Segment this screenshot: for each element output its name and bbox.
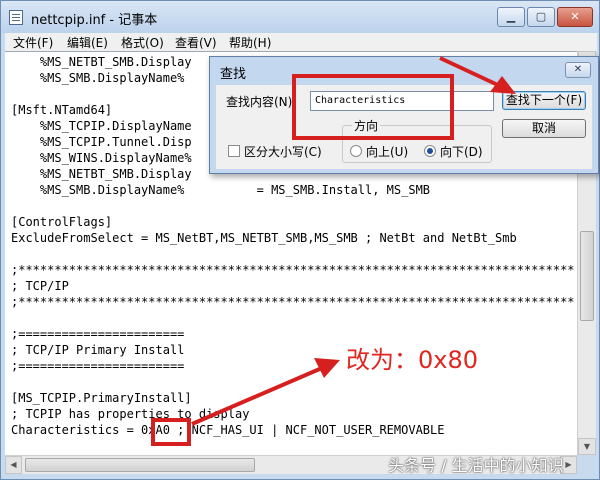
annotation-text: 改为：0x80: [346, 346, 479, 374]
arrow-to-annotation: [191, 366, 323, 426]
arrow-to-find-next: [439, 56, 501, 88]
annotation-arrows: [191, 56, 516, 426]
watermark: 头条号 / 生活中的小知识: [388, 456, 564, 475]
